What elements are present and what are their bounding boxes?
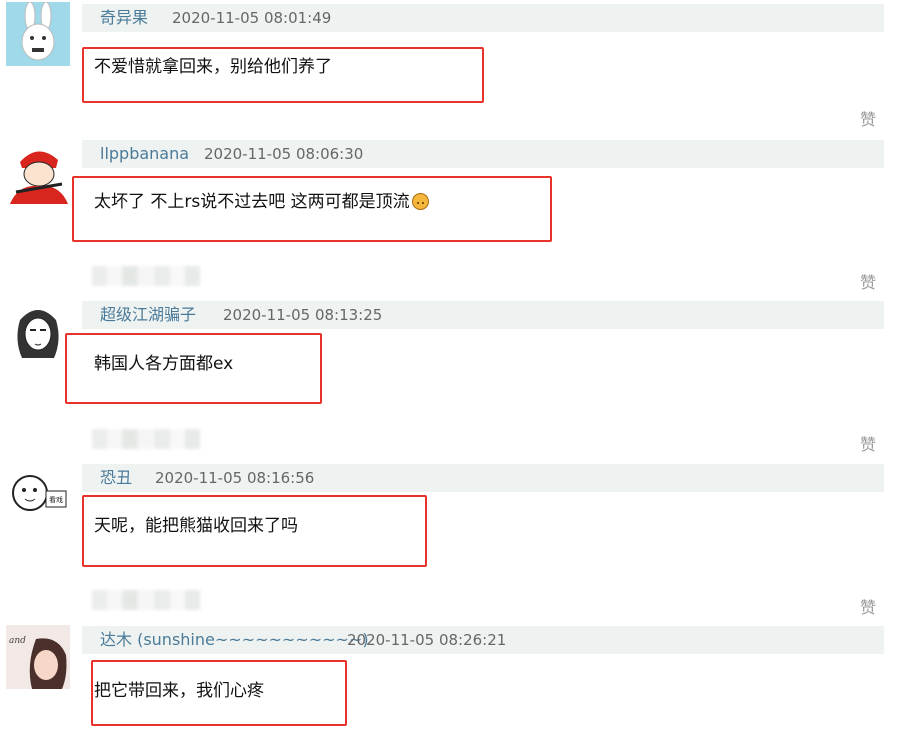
comment-header: 达木 (sunshine~~~~~~~~~~~) 2020-11-05 08:2…	[82, 626, 884, 654]
timestamp: 2020-11-05 08:06:30	[204, 145, 364, 163]
red-cap-boy-avatar-icon	[6, 140, 70, 204]
timestamp: 2020-11-05 08:13:25	[223, 306, 383, 324]
sketch-girl-avatar-icon	[6, 300, 70, 364]
blurred-reply	[92, 266, 200, 286]
avatar[interactable]	[6, 2, 70, 66]
timestamp: 2020-11-05 08:26:21	[347, 631, 507, 649]
avatar[interactable]	[6, 300, 70, 364]
blurred-reply	[92, 590, 200, 610]
comment-text: 天呢，能把熊猫收回来了吗	[94, 516, 298, 536]
bunny-avatar-icon	[6, 2, 70, 66]
blurred-reply	[92, 429, 200, 449]
timestamp: 2020-11-05 08:16:56	[155, 469, 315, 487]
comment-header: 超级江湖骗子 2020-11-05 08:13:25	[82, 301, 884, 329]
username[interactable]: llppbanana	[100, 144, 189, 164]
comment-header: llppbanana 2020-11-05 08:06:30	[82, 140, 884, 168]
like-button[interactable]: 赞	[860, 269, 876, 293]
portrait-avatar-icon: and	[6, 625, 70, 689]
comment-text: 韩国人各方面都ex	[94, 354, 234, 374]
comment-header: 奇异果 2020-11-05 08:01:49	[82, 4, 884, 32]
comment-text: 太坏了 不上rs说不过去吧 这两可都是顶流	[94, 191, 429, 213]
avatar-caption: 看戏	[49, 495, 63, 504]
avatar-caption: and	[9, 636, 26, 646]
like-button[interactable]: 赞	[860, 431, 876, 455]
comment-text-content: 太坏了 不上rs说不过去吧 这两可都是顶流	[94, 192, 410, 212]
comment-header: 恐丑 2020-11-05 08:16:56	[82, 464, 884, 492]
comment-text: 把它带回来，我们心疼	[94, 681, 264, 701]
username[interactable]: 达木 (sunshine~~~~~~~~~~~)	[100, 630, 369, 650]
timestamp: 2020-11-05 08:01:49	[172, 9, 332, 27]
avatar[interactable]	[6, 140, 70, 204]
username[interactable]: 超级江湖骗子	[100, 305, 196, 325]
avatar[interactable]: and	[6, 625, 70, 689]
comment-text: 不爱惜就拿回来，别给他们养了	[94, 57, 332, 77]
doodle-face-avatar-icon: 看戏	[6, 463, 70, 527]
username[interactable]: 恐丑	[100, 468, 132, 488]
avatar[interactable]: 看戏	[6, 463, 70, 527]
username[interactable]: 奇异果	[100, 8, 148, 28]
like-button[interactable]: 赞	[860, 594, 876, 618]
upside-down-face-icon	[411, 193, 429, 210]
like-button[interactable]: 赞	[860, 106, 876, 130]
